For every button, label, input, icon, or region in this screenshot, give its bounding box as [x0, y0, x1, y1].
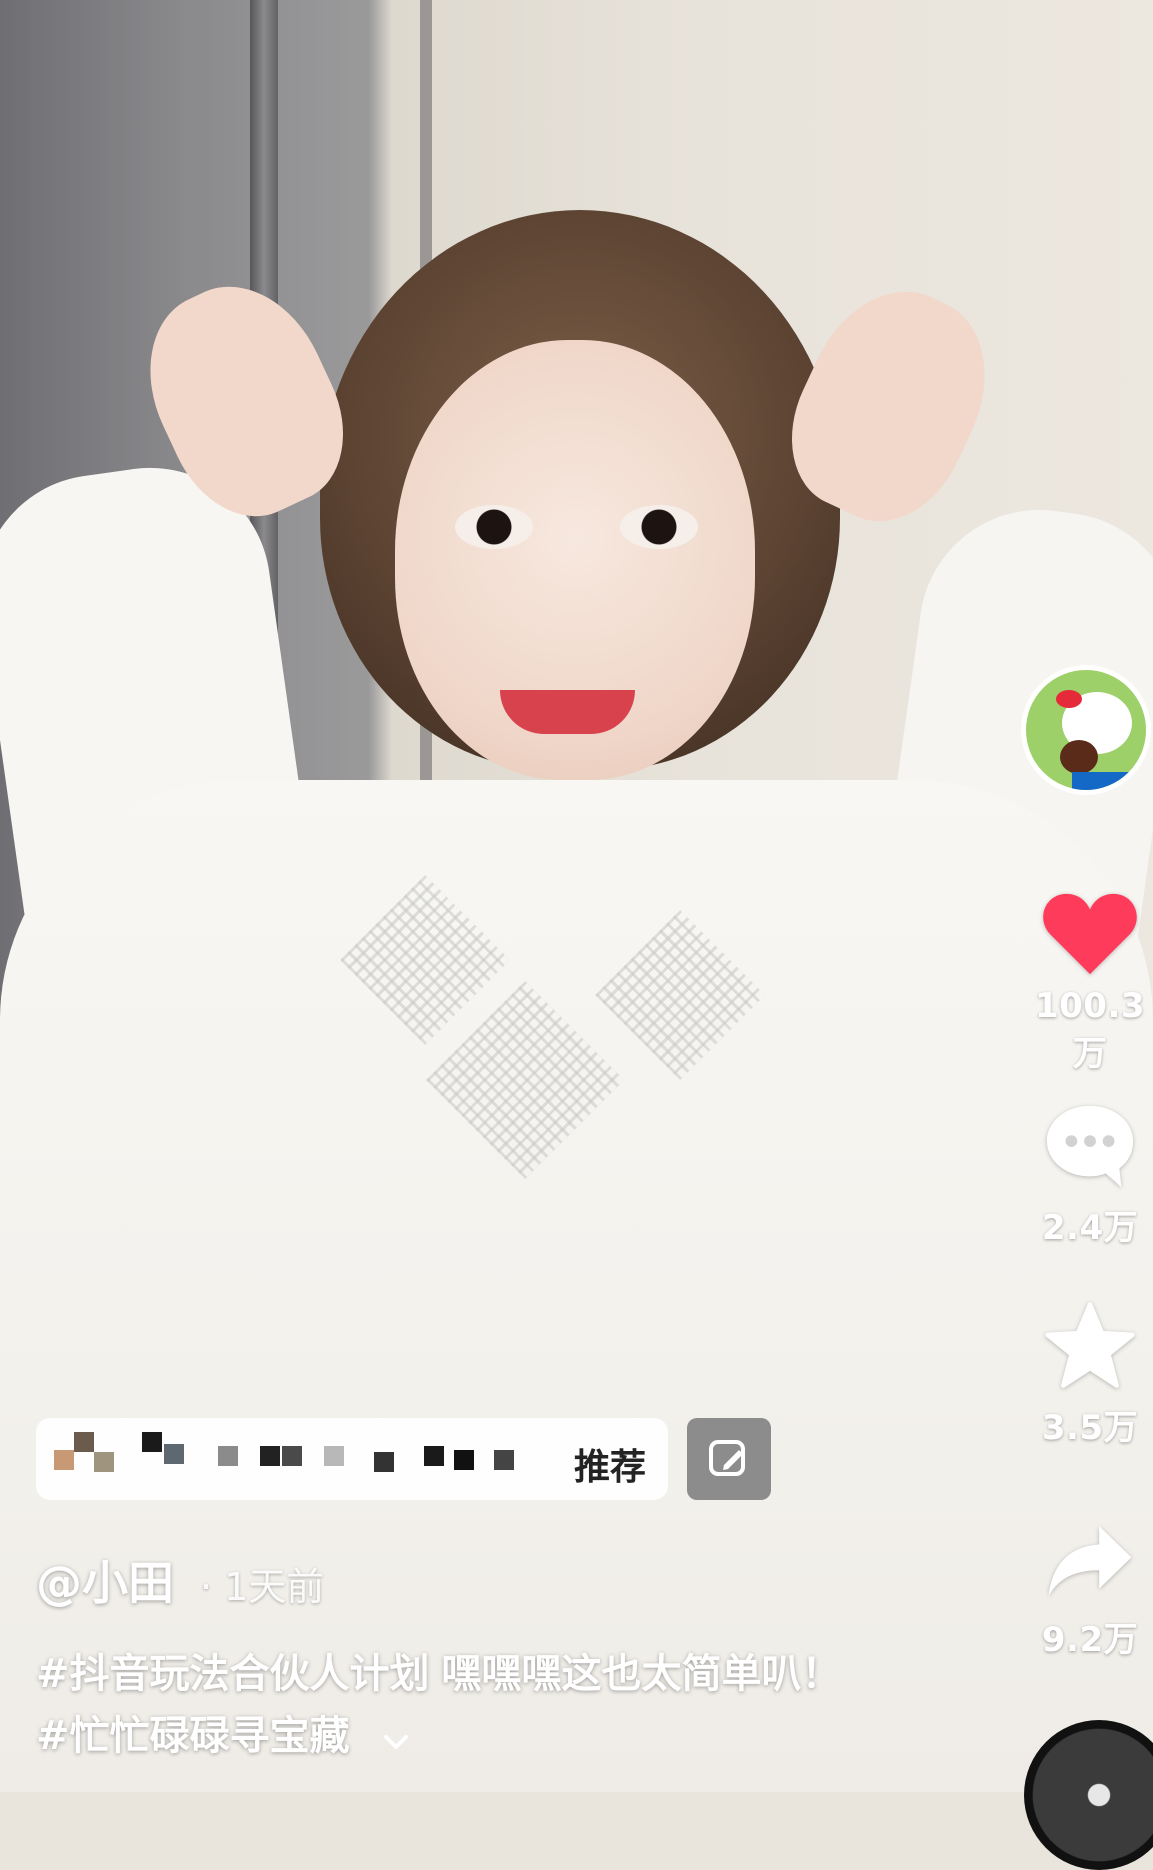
comment-count: 2.4万 — [1041, 1208, 1139, 1248]
post-time-text: 1天前 — [224, 1565, 325, 1609]
favorite-action[interactable]: 3.5万 — [1030, 1300, 1150, 1449]
blurred-recommendation-text — [54, 1432, 574, 1486]
share-action[interactable]: 9.2万 — [1030, 1520, 1150, 1661]
white-blouse — [0, 780, 1153, 1792]
hashtag-partner-plan[interactable]: #抖音玩法合伙人计划 — [36, 1651, 430, 1697]
share-count: 9.2万 — [1041, 1620, 1139, 1660]
comment-bubble-icon — [1046, 1105, 1134, 1188]
edit-button[interactable] — [687, 1418, 771, 1500]
hashtag-treasure-hunt[interactable]: #忙忙碌碌寻宝藏 — [36, 1713, 350, 1759]
caption-text: 嘿嘿嘿这也太简单叭！ — [441, 1651, 842, 1697]
edit-icon — [709, 1440, 745, 1476]
like-action[interactable]: 100.3万 — [1030, 890, 1150, 1075]
right-eye — [620, 505, 698, 549]
chevron-down-icon[interactable] — [383, 1707, 409, 1769]
left-eye — [455, 505, 533, 549]
heart-icon — [1043, 893, 1137, 975]
post-time: · 1天前 — [200, 1565, 325, 1609]
creator-username[interactable]: @小田 — [36, 1547, 174, 1613]
creator-avatar[interactable] — [1021, 665, 1151, 795]
favorite-count: 3.5万 — [1041, 1408, 1139, 1448]
video-frame[interactable] — [0, 0, 1153, 1792]
avatar-bow — [1056, 690, 1082, 708]
recommendation-bar[interactable]: 推荐 — [36, 1418, 668, 1500]
recommendation-label: 推荐 — [573, 1447, 646, 1488]
comment-action[interactable]: 2.4万 — [1030, 1098, 1150, 1249]
share-arrow-icon — [1048, 1526, 1132, 1597]
video-caption: #抖音玩法合伙人计划 嘿嘿嘿这也太简单叭！ #忙忙碌碌寻宝藏 — [36, 1643, 856, 1769]
like-count: 100.3万 — [1034, 986, 1146, 1074]
star-icon — [1045, 1302, 1135, 1388]
avatar-mouth — [1060, 740, 1098, 774]
